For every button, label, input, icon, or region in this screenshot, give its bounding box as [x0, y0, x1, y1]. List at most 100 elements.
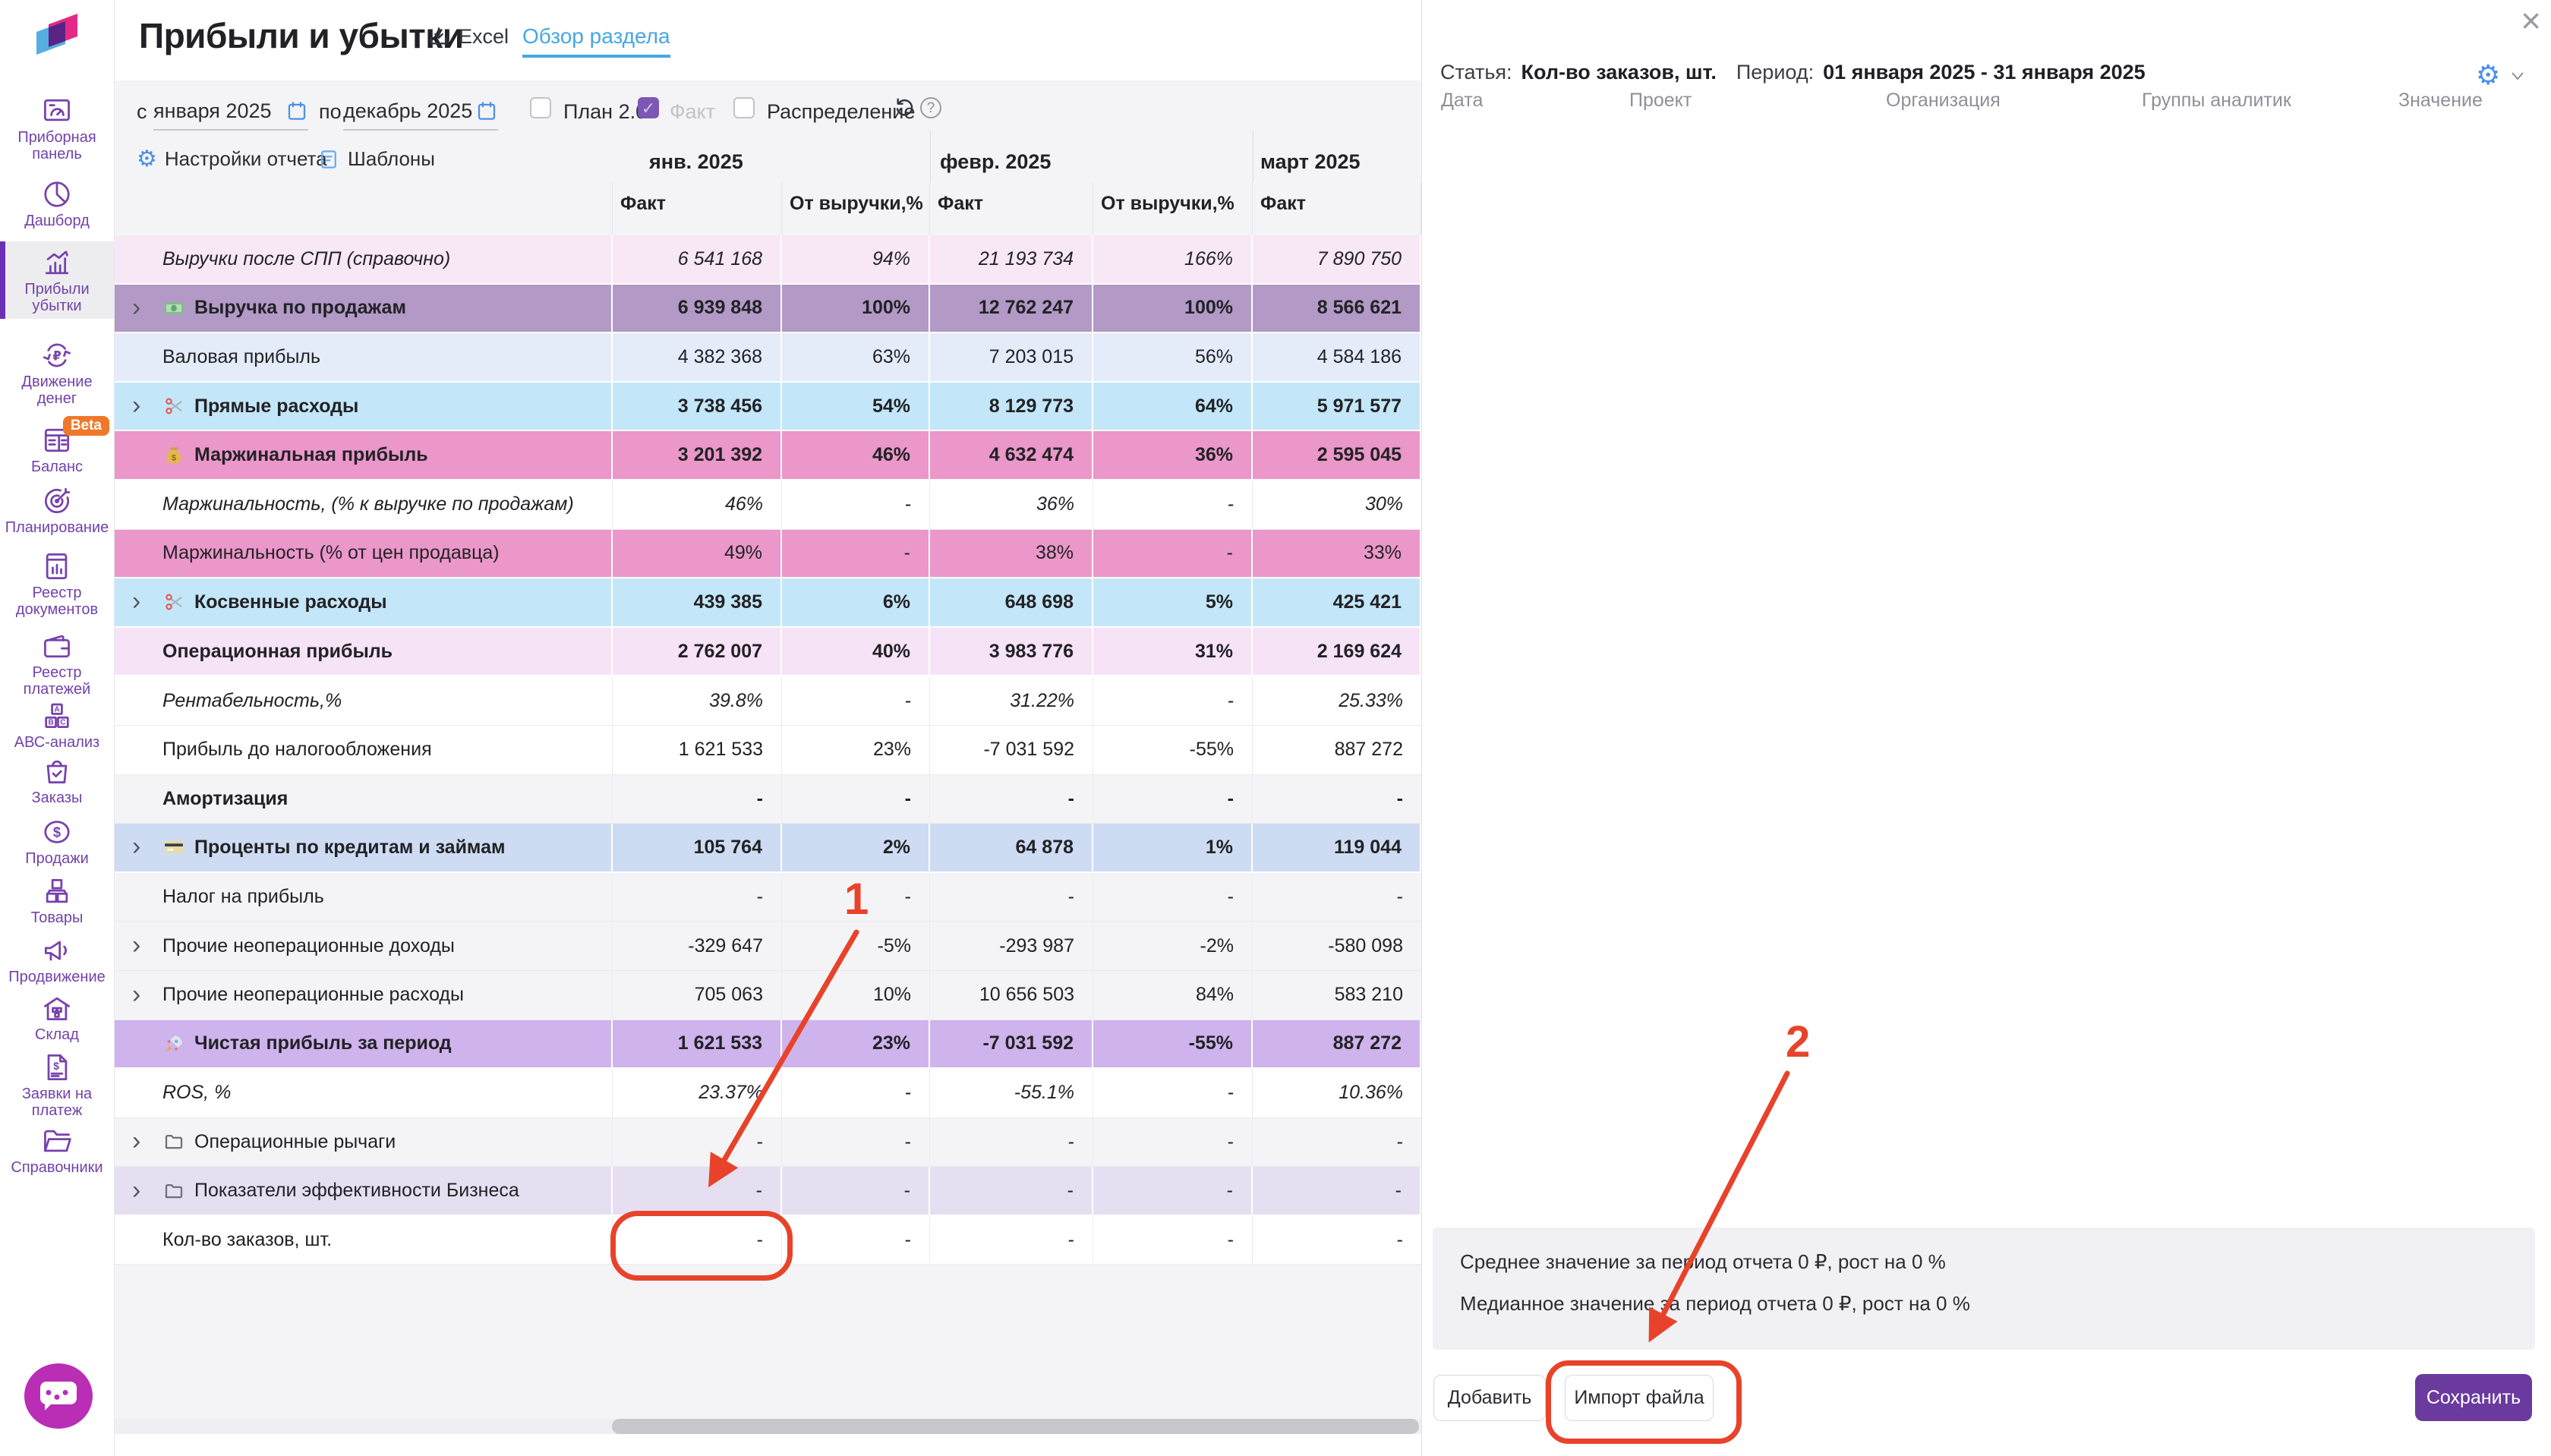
value-cell[interactable]: 63%: [782, 333, 930, 381]
value-cell[interactable]: 23%: [782, 726, 930, 774]
value-cell[interactable]: 5 971 577: [1253, 383, 1421, 430]
value-cell[interactable]: 2 169 624: [1253, 628, 1421, 676]
value-cell[interactable]: 10%: [782, 971, 930, 1020]
row-label-cell[interactable]: ›Прямые расходы: [114, 383, 613, 430]
value-cell[interactable]: -: [930, 775, 1093, 824]
value-cell[interactable]: 56%: [1093, 333, 1253, 381]
value-cell[interactable]: -: [930, 1216, 1093, 1265]
sidebar-item-docs[interactable]: Реестр документов: [0, 545, 114, 622]
value-cell[interactable]: -: [1093, 676, 1253, 725]
expand-chevron-icon[interactable]: ›: [132, 1178, 140, 1201]
value-cell[interactable]: 7 203 015: [930, 333, 1093, 381]
value-cell[interactable]: 100%: [1093, 285, 1253, 332]
value-cell[interactable]: 166%: [1093, 235, 1253, 283]
value-cell[interactable]: 4 382 368: [613, 333, 782, 381]
value-cell[interactable]: 8 129 773: [930, 383, 1093, 430]
value-cell[interactable]: -: [930, 873, 1093, 922]
sidebar-item-payment-request[interactable]: $Заявки на платеж: [0, 1046, 114, 1124]
value-cell[interactable]: -: [782, 481, 930, 529]
value-cell[interactable]: -: [930, 1118, 1093, 1167]
value-cell[interactable]: 887 272: [1253, 1020, 1421, 1068]
sidebar-item-abc[interactable]: ABCАВС-анализ: [0, 695, 114, 755]
value-cell[interactable]: -: [1093, 775, 1253, 824]
value-cell[interactable]: -: [782, 530, 930, 578]
value-cell[interactable]: 6 939 848: [613, 285, 782, 332]
value-cell[interactable]: 2%: [782, 824, 930, 871]
value-cell[interactable]: 23.37%: [613, 1069, 782, 1117]
value-cell[interactable]: 583 210: [1253, 971, 1421, 1020]
date-to-field[interactable]: декабрь 2025: [343, 93, 498, 131]
value-cell[interactable]: 23%: [782, 1020, 930, 1068]
value-cell[interactable]: -: [613, 873, 782, 922]
panel-settings-gear-icon[interactable]: ⚙: [2476, 59, 2500, 91]
value-cell[interactable]: -: [930, 1167, 1093, 1215]
value-cell[interactable]: 8 566 621: [1253, 285, 1421, 332]
templates-button[interactable]: Шаблоны: [317, 147, 435, 171]
plan-checkbox[interactable]: [530, 97, 551, 118]
value-cell[interactable]: 7 890 750: [1253, 235, 1421, 283]
distribution-checkbox[interactable]: [733, 97, 755, 118]
value-cell[interactable]: -: [613, 1118, 782, 1167]
value-cell[interactable]: -: [1093, 1167, 1253, 1215]
horizontal-scrollbar[interactable]: [114, 1419, 1421, 1434]
value-cell[interactable]: 119 044: [1253, 824, 1421, 871]
expand-chevron-icon[interactable]: ›: [132, 934, 140, 956]
sidebar-item-cashflow[interactable]: ₽Движение денег: [0, 334, 114, 411]
value-cell[interactable]: -: [1253, 1167, 1421, 1215]
value-cell[interactable]: -7 031 592: [930, 1020, 1093, 1068]
value-cell[interactable]: 33%: [1253, 530, 1421, 578]
value-cell[interactable]: 1 621 533: [613, 726, 782, 774]
value-cell[interactable]: -: [782, 775, 930, 824]
sidebar-item-planning[interactable]: Планирование: [0, 480, 114, 540]
value-cell[interactable]: -: [782, 1167, 930, 1215]
value-cell[interactable]: -: [782, 676, 930, 725]
value-cell[interactable]: 648 698: [930, 578, 1093, 626]
value-cell[interactable]: 46%: [613, 481, 782, 529]
value-cell[interactable]: 10.36%: [1253, 1069, 1421, 1117]
value-cell[interactable]: 38%: [930, 530, 1093, 578]
row-label-cell[interactable]: ›Проценты по кредитам и займам: [114, 824, 613, 871]
value-cell[interactable]: 5%: [1093, 578, 1253, 626]
expand-chevron-icon[interactable]: ›: [132, 835, 140, 858]
value-cell[interactable]: -: [613, 775, 782, 824]
value-cell[interactable]: 25.33%: [1253, 676, 1421, 725]
sidebar-item-sales[interactable]: $Продажи: [0, 811, 114, 871]
value-cell[interactable]: 54%: [782, 383, 930, 430]
value-cell[interactable]: 1%: [1093, 824, 1253, 871]
value-cell[interactable]: -: [782, 1069, 930, 1117]
value-cell[interactable]: -: [782, 1118, 930, 1167]
value-cell[interactable]: 887 272: [1253, 726, 1421, 774]
fact-checkbox[interactable]: ✓: [638, 97, 659, 118]
value-cell[interactable]: 4 632 474: [930, 431, 1093, 479]
row-label-cell[interactable]: ›Выручка по продажам: [114, 285, 613, 332]
row-label-cell[interactable]: ›Прочие неоперационные доходы: [114, 922, 613, 970]
value-cell[interactable]: -: [1253, 775, 1421, 824]
row-label-cell[interactable]: ›Прочие неоперационные расходы: [114, 971, 613, 1020]
value-cell[interactable]: -: [782, 873, 930, 922]
sidebar-item-orders[interactable]: Заказы: [0, 750, 114, 811]
value-cell[interactable]: 3 201 392: [613, 431, 782, 479]
value-cell[interactable]: 425 421: [1253, 578, 1421, 626]
value-cell[interactable]: 64%: [1093, 383, 1253, 430]
sidebar-item-dashboard[interactable]: Приборная панель: [0, 90, 114, 167]
value-cell[interactable]: -55%: [1093, 1020, 1253, 1068]
save-button[interactable]: Сохранить: [2415, 1374, 2532, 1421]
help-icon[interactable]: ?: [920, 97, 941, 118]
report-settings-button[interactable]: ⚙ Настройки отчета: [137, 147, 327, 171]
close-icon[interactable]: ×: [2521, 0, 2541, 41]
sidebar-item-pie[interactable]: Дашборд: [0, 173, 114, 234]
value-cell[interactable]: 6%: [782, 578, 930, 626]
value-cell[interactable]: 100%: [782, 285, 930, 332]
value-cell[interactable]: 3 983 776: [930, 628, 1093, 676]
value-cell[interactable]: 84%: [1093, 971, 1253, 1020]
chat-fab-button[interactable]: ● ● ●: [24, 1363, 93, 1429]
value-cell[interactable]: -7 031 592: [930, 726, 1093, 774]
sidebar-item-goods[interactable]: Товары: [0, 870, 114, 931]
value-cell[interactable]: -5%: [782, 922, 930, 970]
expand-chevron-icon[interactable]: ›: [132, 590, 140, 613]
sidebar-item-profit[interactable]: Прибыли убытки: [0, 241, 114, 319]
value-cell[interactable]: 21 193 734: [930, 235, 1093, 283]
overview-link[interactable]: Обзор раздела: [522, 24, 670, 58]
value-cell[interactable]: -2%: [1093, 922, 1253, 970]
value-cell[interactable]: 705 063: [613, 971, 782, 1020]
